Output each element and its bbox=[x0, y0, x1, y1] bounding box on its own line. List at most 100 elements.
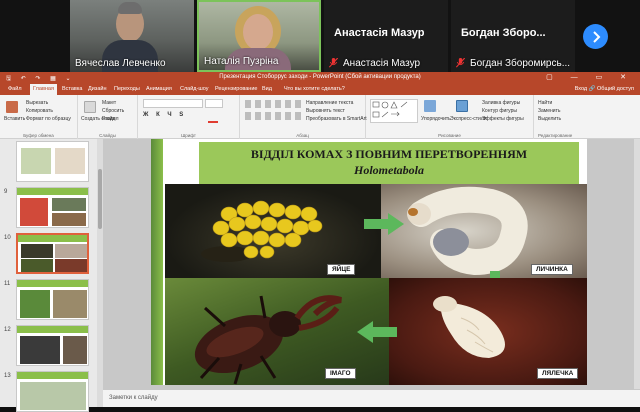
tab-animation[interactable]: Анимация bbox=[146, 86, 172, 92]
tab-slideshow[interactable]: Слайд-шоу bbox=[180, 86, 209, 92]
pupa-photo[interactable]: ЛЯЛЕЧКА bbox=[389, 278, 587, 385]
cut-button[interactable]: Вырезать bbox=[26, 100, 48, 106]
notes-pane[interactable]: Заметки к слайду bbox=[103, 389, 640, 407]
slide-number: 9 bbox=[4, 189, 8, 195]
window-controls[interactable]: ▢ — ▭ ✕ bbox=[546, 73, 634, 81]
participant-tile-4[interactable]: Богдан Зборо... Богдан Зборомирсь... bbox=[451, 0, 575, 72]
sign-in-share[interactable]: Вход 🔗 Общий доступ bbox=[575, 86, 634, 92]
font-color-icon[interactable] bbox=[208, 121, 218, 123]
tab-design[interactable]: Дизайн bbox=[88, 86, 107, 92]
arrow-left-icon bbox=[357, 321, 397, 343]
find-button[interactable]: Найти bbox=[538, 100, 552, 106]
video-strip: Вячеслав Левченко Наталія Пузріна Анаста… bbox=[0, 0, 640, 72]
slide-canvas[interactable]: ВІДДІЛ КОМАХ З ПОВНИМ ПЕРЕТВОРЕННЯМ Holo… bbox=[151, 139, 587, 385]
imago-photo[interactable]: ІМАГО bbox=[165, 278, 389, 385]
ribbon-tabs: Файл Главная Вставка Дизайн Переходы Ани… bbox=[0, 84, 640, 95]
thumb-image bbox=[20, 382, 86, 410]
tab-insert[interactable]: Вставка bbox=[62, 86, 82, 92]
tab-transitions[interactable]: Переходы bbox=[114, 86, 140, 92]
larva-photo[interactable]: ЛИЧИНКА bbox=[381, 184, 587, 278]
layout-button[interactable]: Макет bbox=[102, 100, 116, 106]
paragraph-group: Направление текста Выровнять текст Преоб… bbox=[240, 95, 367, 139]
participant-tile-3[interactable]: Анастасія Мазур Анастасія Мазур bbox=[324, 0, 448, 72]
thumb-image bbox=[20, 198, 48, 226]
font-size-select[interactable] bbox=[205, 99, 223, 108]
caption-imago: ІМАГО bbox=[325, 368, 356, 379]
thumb-image bbox=[55, 148, 85, 174]
copy-button[interactable]: Копировать bbox=[26, 108, 53, 114]
caption-pupa: ЛЯЛЕЧКА bbox=[537, 368, 579, 379]
thumb-image bbox=[21, 259, 53, 272]
participant-name: Богдан Зборомирсь... bbox=[470, 58, 571, 69]
tab-review[interactable]: Рецензирование bbox=[215, 86, 257, 92]
reset-button[interactable]: Сбросить bbox=[102, 108, 124, 114]
shape-outline-button[interactable]: Контур фигуры bbox=[482, 108, 517, 114]
participant-tile-2[interactable]: Наталія Пузріна bbox=[197, 0, 321, 72]
slide-title: ВІДДІЛ КОМАХ З ПОВНИМ ПЕРЕТВОРЕННЯМ bbox=[250, 147, 528, 161]
replace-button[interactable]: Заменить bbox=[538, 108, 560, 114]
slide-thumbnail[interactable] bbox=[16, 141, 89, 182]
next-participants-button[interactable] bbox=[583, 24, 608, 49]
caption-larva: ЛИЧИНКА bbox=[531, 264, 573, 275]
slide-thumbnail[interactable] bbox=[16, 325, 89, 366]
section-button[interactable]: Раздел bbox=[102, 116, 119, 122]
slide-subtitle: Holometabola bbox=[354, 163, 424, 177]
select-button[interactable]: Выделить bbox=[538, 116, 561, 122]
thumb-image bbox=[53, 290, 87, 318]
participant-display-name: Богдан Зборо... bbox=[461, 27, 546, 39]
text-direction-button[interactable]: Направление текста bbox=[306, 100, 353, 106]
slide-number: 11 bbox=[4, 281, 11, 287]
slide-thumbnail-selected[interactable] bbox=[16, 233, 89, 274]
editing-group: Найти Заменить Выделить Редактирование bbox=[534, 95, 640, 139]
convert-smartart-button[interactable]: Преобразовать в SmartArt bbox=[306, 116, 367, 122]
group-label: Редактирование bbox=[538, 133, 573, 138]
thumb-title-band bbox=[18, 235, 87, 242]
paste-icon bbox=[6, 101, 18, 113]
thumb-image bbox=[20, 336, 60, 364]
slide-thumbnail[interactable] bbox=[16, 187, 89, 228]
slide-thumbnail[interactable] bbox=[16, 371, 89, 412]
font-name-select[interactable] bbox=[143, 99, 203, 108]
window-title: Презентация Стоборрус заходи - PowerPoin… bbox=[219, 74, 421, 80]
list-buttons[interactable] bbox=[245, 100, 301, 108]
participant-tile-1[interactable]: Вячеслав Левченко bbox=[70, 0, 194, 72]
slide-thumbnails-pane: 9 10 11 12 13 bbox=[0, 139, 98, 412]
tab-file[interactable]: Файл bbox=[8, 86, 22, 92]
slide-number: 10 bbox=[4, 235, 11, 241]
tab-view[interactable]: Вид bbox=[262, 86, 272, 92]
align-buttons[interactable] bbox=[245, 112, 301, 120]
egg-photo[interactable]: ЯЙЦЕ bbox=[165, 184, 381, 278]
group-label: Абзац bbox=[296, 133, 309, 138]
participant-display-name: Анастасія Мазур bbox=[334, 27, 425, 39]
format-painter-button[interactable]: Формат по образцу bbox=[26, 116, 71, 122]
group-label: Буфер обмена bbox=[23, 133, 54, 138]
participant-hair bbox=[118, 2, 142, 14]
shape-effects-button[interactable]: Эффекты фигуры bbox=[482, 116, 524, 122]
participant-name: Анастасія Мазур bbox=[343, 58, 421, 69]
arrow-right-icon bbox=[364, 213, 404, 235]
thumb-image bbox=[21, 244, 53, 258]
slide-thumbnail[interactable] bbox=[16, 279, 89, 320]
tell-me-search[interactable]: Что вы хотите сделать? bbox=[284, 86, 345, 92]
arrange-button[interactable]: Упорядочить bbox=[421, 116, 451, 122]
scrollbar-thumb[interactable] bbox=[98, 169, 102, 229]
font-format-buttons[interactable]: Ж К Ч S bbox=[143, 112, 186, 118]
thumb-image bbox=[55, 259, 87, 272]
group-label: Шрифт bbox=[181, 133, 196, 138]
editor-scrollbar[interactable] bbox=[634, 139, 640, 389]
align-text-button[interactable]: Выровнять текст bbox=[306, 108, 345, 114]
thumb-image bbox=[20, 290, 50, 318]
thumb-image bbox=[63, 336, 87, 364]
thumb-title-band bbox=[17, 326, 88, 333]
tab-home[interactable]: Главная bbox=[30, 84, 57, 95]
slide-left-decoration bbox=[151, 139, 163, 385]
shape-fill-button[interactable]: Заливка фигуры bbox=[482, 100, 520, 106]
slide-editor: ВІДДІЛ КОМАХ З ПОВНИМ ПЕРЕТВОРЕННЯМ Holo… bbox=[103, 139, 640, 389]
paste-button[interactable]: Вставить bbox=[4, 116, 25, 122]
shapes-icons bbox=[372, 101, 408, 118]
group-label: Слайды bbox=[99, 133, 116, 138]
participant-name: Вячеслав Левченко bbox=[75, 58, 166, 69]
thumb-title-band bbox=[17, 188, 88, 195]
notes-placeholder: Заметки к слайду bbox=[109, 395, 158, 401]
title-bar: 🖫 ↶ ↷ ▦ ⌄ Презентация Стоборрус заходи -… bbox=[0, 72, 640, 84]
